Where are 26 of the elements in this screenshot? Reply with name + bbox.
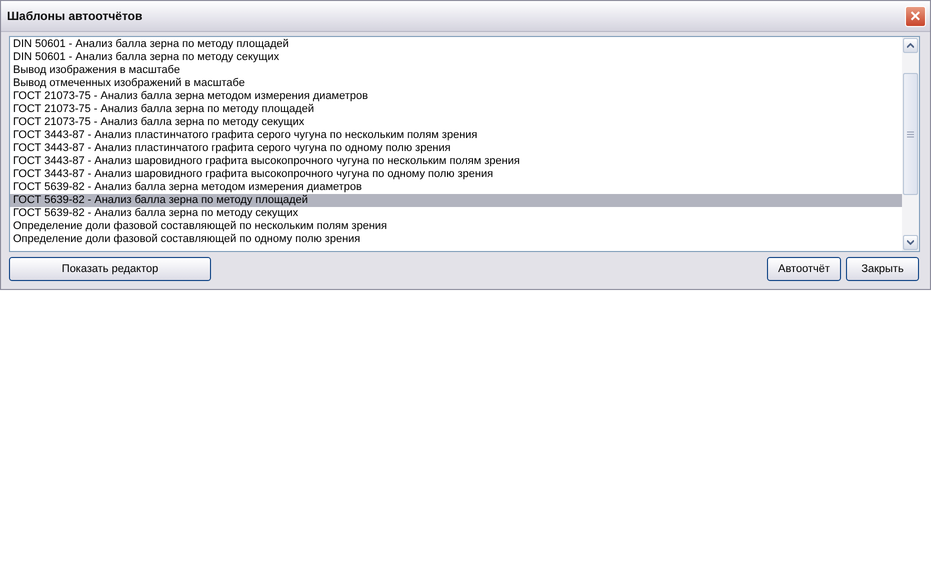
caret-down-icon [907, 240, 914, 245]
list-item[interactable]: ГОСТ 3443-87 - Анализ пластинчатого графита серого чугуна по одному полю зрения [10, 142, 902, 155]
close-dialog-button[interactable]: Закрыть [846, 257, 919, 281]
scroll-up-button[interactable] [903, 38, 918, 53]
list-item[interactable]: Вывод изображения в масштабе [10, 64, 902, 77]
show-editor-button[interactable]: Показать редактор [9, 257, 211, 281]
list-item[interactable]: ГОСТ 5639-82 - Анализ балла зерна методом измерения диаметров [10, 181, 902, 194]
list-item[interactable]: DIN 50601 - Анализ балла зерна по методу секущих [10, 51, 902, 64]
list-item[interactable]: ГОСТ 3443-87 - Анализ пластинчатого графита серого чугуна по нескольким полям зрения [10, 129, 902, 142]
list-item[interactable]: Вывод отмеченных изображений в масштабе [10, 77, 902, 90]
grip-icon [907, 130, 914, 138]
list-item[interactable]: ГОСТ 5639-82 - Анализ балла зерна по методу площадей [10, 194, 902, 207]
list-item[interactable]: Определение доли фазовой составляющей по одному полю зрения [10, 233, 902, 246]
scroll-down-button[interactable] [903, 235, 918, 250]
list-item[interactable]: DIN 50601 - Анализ балла зерна по методу площадей [10, 38, 902, 51]
autoreport-button[interactable]: Автоотчёт [767, 257, 841, 281]
list-item[interactable]: ГОСТ 21073-75 - Анализ балла зерна по методу площадей [10, 103, 902, 116]
caret-up-icon [907, 43, 914, 48]
list-item[interactable]: ГОСТ 3443-87 - Анализ шаровидного графита высокопрочного чугуна по одному полю зрения [10, 168, 902, 181]
list-item[interactable]: ГОСТ 5639-82 - Анализ балла зерна по методу секущих [10, 207, 902, 220]
list-item[interactable]: ГОСТ 21073-75 - Анализ балла зерна методом измерения диаметров [10, 90, 902, 103]
list-item[interactable]: Определение доли фазовой составляющей по нескольким полям зрения [10, 220, 902, 233]
list-item[interactable]: ГОСТ 21073-75 - Анализ балла зерна по методу секущих [10, 116, 902, 129]
list-item[interactable]: ГОСТ 3443-87 - Анализ шаровидного графита высокопрочного чугуна по нескольким полям зрения [10, 155, 902, 168]
window-title: Шаблоны автоотчётов [7, 8, 142, 25]
scroll-thumb[interactable] [903, 73, 918, 195]
